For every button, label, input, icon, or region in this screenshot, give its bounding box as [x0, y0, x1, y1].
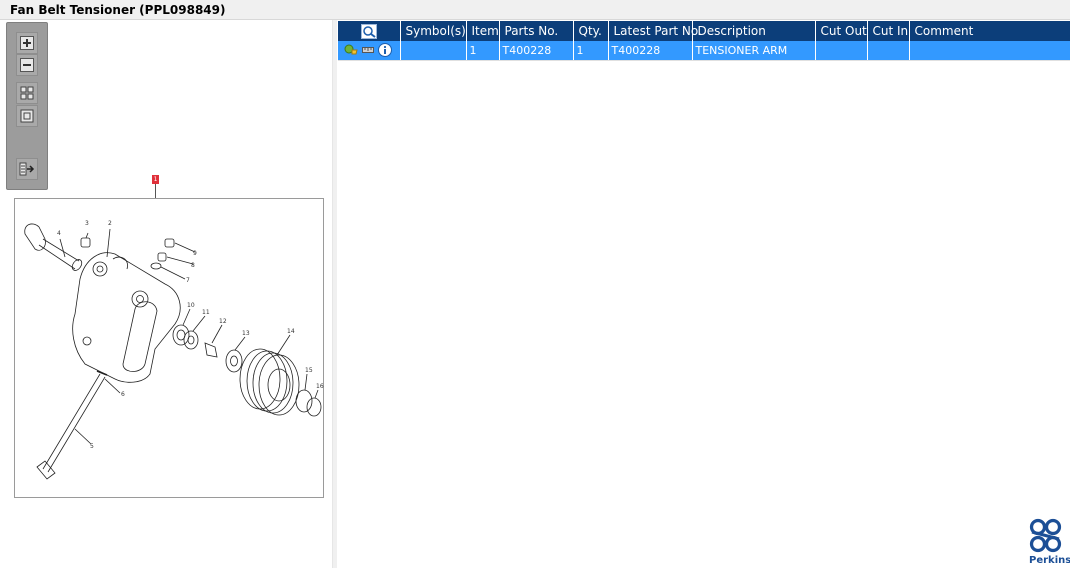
parts-table: Symbol(s) Item Parts No. Qty. Latest Par…	[338, 21, 1070, 61]
part-label-4[interactable]: 4	[57, 230, 61, 237]
ruler-icon[interactable]	[362, 45, 374, 55]
cell-qty: 1	[573, 41, 609, 61]
part-label-7[interactable]: 7	[186, 277, 190, 284]
part-label-11[interactable]: 11	[202, 309, 210, 316]
export-button[interactable]	[16, 158, 38, 180]
callout-leader	[155, 184, 156, 198]
title-bar: Fan Belt Tensioner (PPL098849)	[0, 0, 1070, 20]
column-header-actions[interactable]	[338, 21, 401, 41]
page-title: Fan Belt Tensioner (PPL098849)	[10, 3, 226, 17]
part-label-10[interactable]: 10	[187, 302, 195, 309]
part-label-3[interactable]: 3	[85, 220, 89, 227]
table-row[interactable]: 1 T400228 1 T400228 TENSIONER ARM	[338, 41, 1070, 61]
column-header-latest-part-no[interactable]: Latest Part No.	[608, 21, 702, 41]
cell-item: 1	[466, 41, 500, 61]
part-label-6[interactable]: 6	[121, 391, 125, 398]
parts-list-pane	[337, 20, 1070, 568]
column-header-item[interactable]: Item	[466, 21, 500, 41]
part-label-12[interactable]: 12	[219, 318, 227, 325]
part-label-13[interactable]: 13	[242, 330, 250, 337]
brand-logo: Perkins	[1026, 518, 1070, 568]
part-label-15[interactable]: 15	[305, 367, 313, 374]
cell-parts-no: T400228	[499, 41, 574, 61]
fit-all-button[interactable]	[16, 82, 38, 104]
column-header-parts-no[interactable]: Parts No.	[499, 21, 574, 41]
minus-icon	[20, 58, 34, 72]
cell-cut-out	[815, 41, 868, 61]
perkins-logo-icon	[1029, 518, 1062, 553]
zoom-in-button[interactable]	[16, 32, 38, 54]
part-label-5[interactable]: 5	[90, 443, 94, 450]
cell-description: TENSIONER ARM	[692, 41, 816, 61]
zoom-toolbar	[6, 22, 48, 190]
column-header-cut-in[interactable]: Cut In	[867, 21, 910, 41]
column-header-description[interactable]: Description	[692, 21, 816, 41]
brand-name: Perkins	[1029, 555, 1070, 566]
info-icon[interactable]	[378, 43, 392, 58]
column-header-symbols[interactable]: Symbol(s)	[400, 21, 467, 41]
cell-comment	[909, 41, 1070, 61]
search-parts-icon	[360, 23, 377, 39]
plus-icon	[20, 36, 34, 50]
cell-latest-part-no: T400228	[608, 41, 693, 61]
exploded-parts-drawing[interactable]: 2 3 4 5 6 7 8 9 10 11 12 13 14 15 16	[14, 198, 324, 498]
cell-cut-in	[867, 41, 910, 61]
column-header-comment[interactable]: Comment	[909, 21, 1070, 41]
add-to-cart-icon[interactable]	[344, 44, 358, 56]
column-header-qty[interactable]: Qty.	[573, 21, 609, 41]
zoom-out-button[interactable]	[16, 54, 38, 76]
square-icon	[20, 109, 34, 123]
list-arrow-icon	[19, 162, 35, 176]
grid-icon	[20, 86, 34, 100]
part-label-14[interactable]: 14	[287, 328, 295, 335]
part-label-8[interactable]: 8	[191, 262, 195, 269]
row-actions-cell	[338, 41, 401, 61]
part-label-16[interactable]: 16	[316, 383, 324, 390]
cell-symbols	[400, 41, 467, 61]
callout-tag[interactable]: 1	[152, 175, 159, 184]
table-header-row: Symbol(s) Item Parts No. Qty. Latest Par…	[338, 21, 1070, 41]
column-header-cut-out[interactable]: Cut Out	[815, 21, 868, 41]
part-label-2[interactable]: 2	[108, 220, 112, 227]
actual-size-button[interactable]	[16, 105, 38, 127]
part-label-9[interactable]: 9	[193, 250, 197, 257]
tensioner-diagram: 2 3 4 5 6 7 8 9 10 11 12 13 14 15 16	[24, 220, 324, 480]
